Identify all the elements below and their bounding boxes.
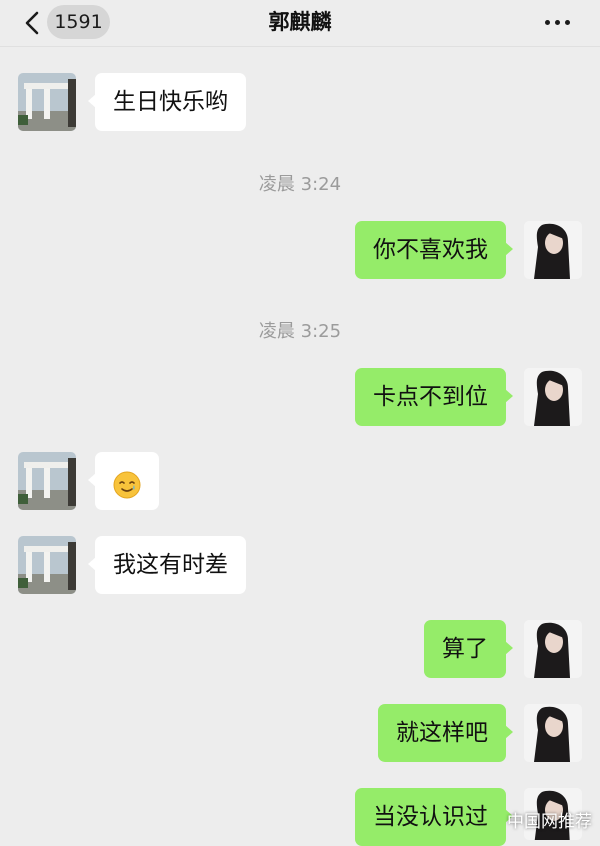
sent-message-bubble[interactable]: 你不喜欢我 xyxy=(355,221,513,279)
sent-message-bubble[interactable]: 就这样吧 xyxy=(378,704,513,762)
more-options-icon[interactable] xyxy=(540,9,576,35)
user-avatar[interactable] xyxy=(524,620,582,678)
source-watermark: 中国网推荐 xyxy=(507,812,592,832)
unread-count-badge[interactable]: 1591 xyxy=(47,5,110,39)
message-timestamp: 凌晨 3:25 xyxy=(258,321,342,342)
chat-title: 郭麒麟 xyxy=(268,10,332,34)
received-emoji-bubble[interactable] xyxy=(88,452,159,510)
contact-avatar[interactable] xyxy=(18,73,76,131)
sent-message-bubble[interactable]: 当没认识过 xyxy=(355,788,513,846)
user-avatar[interactable] xyxy=(524,368,582,426)
user-avatar[interactable] xyxy=(524,221,582,279)
received-message-bubble[interactable]: 我这有时差 xyxy=(88,536,246,594)
sent-message-bubble[interactable]: 算了 xyxy=(424,620,513,678)
back-chevron-icon[interactable] xyxy=(20,10,46,36)
message-timestamp: 凌晨 3:24 xyxy=(258,174,342,195)
sent-message-bubble[interactable]: 卡点不到位 xyxy=(355,368,513,426)
chat-header: 1591 郭麒麟 xyxy=(0,0,600,47)
user-avatar[interactable] xyxy=(524,704,582,762)
contact-avatar[interactable] xyxy=(18,536,76,594)
contact-avatar[interactable] xyxy=(18,452,76,510)
received-message-bubble[interactable]: 生日快乐哟 xyxy=(88,73,246,131)
smiling-tear-emoji-icon xyxy=(112,464,142,498)
